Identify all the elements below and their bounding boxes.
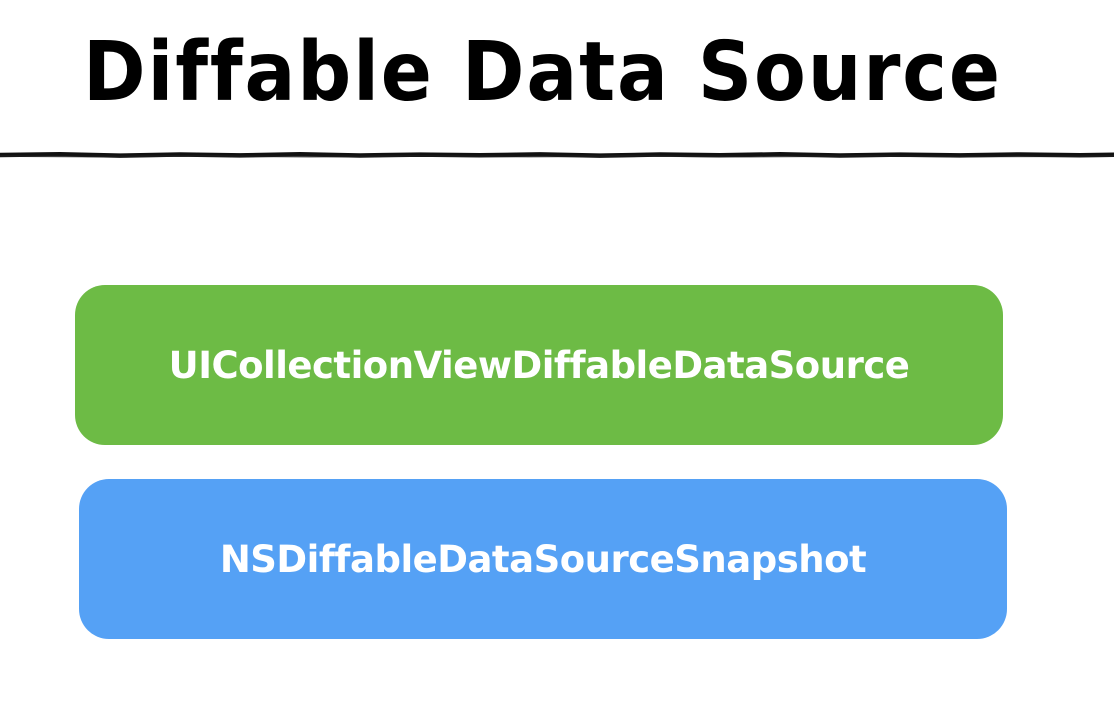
box-label: UICollectionViewDiffableDataSource xyxy=(168,343,910,387)
box-label: NSDiffableDataSourceSnapshot xyxy=(219,537,867,581)
box-uicollectionview-diffable-data-source: UICollectionViewDiffableDataSource xyxy=(75,285,1003,445)
box-ns-diffable-data-source-snapshot: NSDiffableDataSourceSnapshot xyxy=(79,479,1007,639)
title-divider xyxy=(0,151,1114,158)
page-title: Diffable Data Source xyxy=(83,25,1002,120)
